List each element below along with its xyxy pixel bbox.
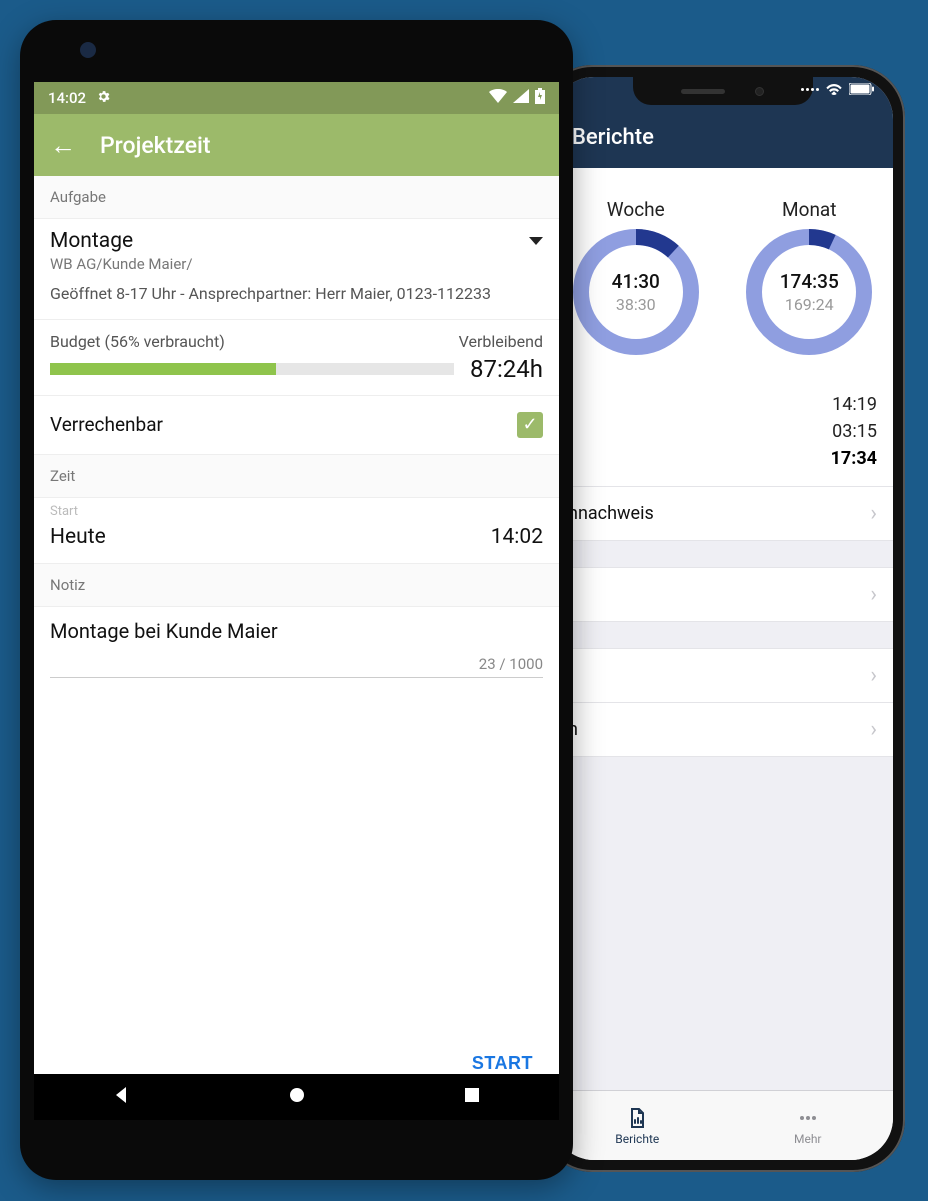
start-button[interactable]: START bbox=[472, 1053, 533, 1074]
ios-row-4[interactable]: n › bbox=[552, 703, 893, 757]
chevron-right-icon: › bbox=[870, 663, 877, 688]
time-row-1: 14:19 bbox=[552, 391, 877, 418]
back-arrow-icon[interactable]: ← bbox=[50, 130, 76, 161]
start-day: Heute bbox=[50, 525, 106, 549]
billable-row[interactable]: Verrechenbar ✓ bbox=[34, 396, 559, 455]
start-block[interactable]: Start Heute 14:02 bbox=[34, 498, 559, 564]
billable-checkbox[interactable]: ✓ bbox=[517, 412, 543, 438]
chevron-right-icon: › bbox=[870, 717, 877, 742]
remaining-label: Verbleibend bbox=[459, 332, 543, 351]
budget-fill bbox=[50, 363, 276, 375]
iphone-screen: Berichte Woche 41:30 38:30 bbox=[552, 77, 893, 1160]
start-tiny-label: Start bbox=[50, 504, 543, 519]
remaining-value: 87:24h bbox=[470, 355, 543, 383]
budget-progressbar bbox=[50, 363, 454, 375]
nav-recent-icon[interactable] bbox=[463, 1086, 481, 1108]
android-screen: 14:02 ← Projektzeit Aufgabe bbox=[34, 82, 559, 1120]
iphone-device-frame: Berichte Woche 41:30 38:30 bbox=[540, 65, 905, 1172]
note-underline bbox=[50, 677, 543, 678]
billable-label: Verrechenbar bbox=[50, 413, 163, 436]
ios-row-3[interactable]: › bbox=[552, 648, 893, 703]
donut-month-big: 174:35 bbox=[780, 270, 839, 293]
tab-reports[interactable]: Berichte bbox=[552, 1091, 723, 1160]
nav-back-icon[interactable] bbox=[112, 1085, 132, 1109]
donut-row: Woche 41:30 38:30 Monat bbox=[552, 168, 893, 381]
donut-month-small: 169:24 bbox=[780, 295, 839, 314]
budget-block: Budget (56% verbraucht) Verbleibend 87:2… bbox=[34, 320, 559, 396]
chevron-right-icon: › bbox=[870, 501, 877, 526]
note-field[interactable]: Montage bei Kunde Maier bbox=[34, 607, 559, 649]
tab-more-label: Mehr bbox=[794, 1132, 822, 1146]
gear-icon bbox=[96, 89, 111, 108]
task-name: Montage bbox=[50, 229, 193, 253]
task-path: WB AG/Kunde Maier/ bbox=[50, 255, 193, 273]
ios-row-label: nnachweis bbox=[568, 503, 654, 524]
task-selector[interactable]: Montage WB AG/Kunde Maier/ Geöffnet 8-17… bbox=[34, 219, 559, 320]
android-navbar bbox=[34, 1074, 559, 1120]
wifi-icon bbox=[489, 89, 507, 107]
tab-reports-label: Berichte bbox=[615, 1132, 659, 1146]
battery-icon bbox=[535, 88, 545, 108]
section-time-label: Zeit bbox=[34, 455, 559, 498]
signal-icon bbox=[513, 89, 529, 107]
donut-month[interactable]: Monat 174:35 169:24 bbox=[744, 198, 874, 357]
note-text: Montage bei Kunde Maier bbox=[50, 619, 543, 643]
time-row-3: 17:34 bbox=[552, 445, 877, 472]
ios-content: Woche 41:30 38:30 Monat bbox=[552, 168, 893, 1081]
android-camera bbox=[80, 42, 96, 58]
start-time: 14:02 bbox=[491, 525, 543, 549]
ios-row-nachweis[interactable]: nnachweis › bbox=[552, 486, 893, 541]
donut-week-big: 41:30 bbox=[612, 270, 660, 293]
donut-week-small: 38:30 bbox=[612, 295, 660, 314]
chevron-right-icon: › bbox=[870, 582, 877, 607]
nav-home-icon[interactable] bbox=[287, 1085, 307, 1109]
appbar-title: Projektzeit bbox=[100, 132, 211, 159]
ios-tabbar: Berichte Mehr bbox=[552, 1090, 893, 1160]
android-device-frame: 14:02 ← Projektzeit Aufgabe bbox=[20, 20, 573, 1180]
section-task-label: Aufgabe bbox=[34, 176, 559, 219]
status-time: 14:02 bbox=[48, 89, 86, 107]
android-appbar: ← Projektzeit bbox=[34, 114, 559, 176]
iphone-notch bbox=[633, 77, 813, 105]
donut-month-label: Monat bbox=[744, 198, 874, 221]
ios-row-2[interactable]: › bbox=[552, 567, 893, 622]
ios-status-icons bbox=[801, 83, 875, 95]
donut-week[interactable]: Woche 41:30 38:30 bbox=[571, 198, 701, 357]
donut-week-label: Woche bbox=[571, 198, 701, 221]
note-counter: 23 / 1000 bbox=[34, 649, 559, 677]
time-row-2: 03:15 bbox=[552, 418, 877, 445]
section-note-label: Notiz bbox=[34, 564, 559, 607]
ios-navbar-title: Berichte bbox=[572, 125, 654, 150]
budget-label: Budget (56% verbraucht) bbox=[50, 332, 225, 351]
caret-down-icon bbox=[529, 237, 543, 245]
tab-more[interactable]: Mehr bbox=[723, 1091, 894, 1160]
android-statusbar: 14:02 bbox=[34, 82, 559, 114]
time-summary: 14:19 03:15 17:34 bbox=[552, 381, 893, 486]
task-description: Geöffnet 8-17 Uhr - Ansprechpartner: Her… bbox=[50, 283, 543, 305]
